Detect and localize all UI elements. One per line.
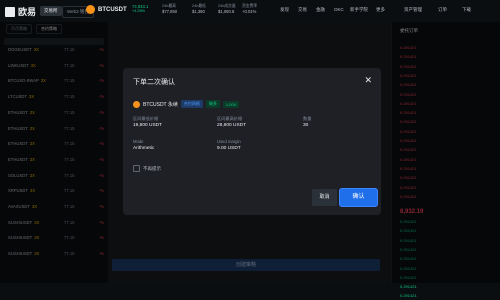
stat-label: 24h成交量 [218,4,236,8]
nav-download[interactable]: 下载 [462,7,471,13]
stat-value: $77,850 [162,9,178,14]
nav-trade[interactable]: 交易 [298,7,307,13]
quantity-value: 30 [303,123,309,128]
stat-value: +0.01% [242,9,257,14]
stat-label: 资金费率 [242,4,258,8]
nav-discover[interactable]: 发现 [280,7,289,13]
confirm-button[interactable]: 确认 [340,189,377,206]
stat-funding: 资金费率 +0.01% [242,4,257,14]
tab-exchange[interactable]: 交易所 [40,6,62,16]
margin-label: Used margin [217,139,241,144]
logo[interactable]: 欧易 [5,5,36,18]
stat-label: 24h最高 [162,4,176,8]
dont-show-again[interactable]: 不再提示 [133,165,161,172]
nav-academy[interactable]: 新手学院 [350,7,368,13]
nav-assets[interactable]: 资产管理 [404,7,422,13]
nav-orders[interactable]: 订单 [438,7,447,13]
btc-icon [86,5,95,14]
okx-logo-icon [5,6,15,17]
stat-volume: 24h成交量 $1,080.8 [218,4,236,14]
order-book-bid-row[interactable]: 0.291421 [400,292,498,300]
bid-price: 0.291421 [400,293,417,299]
bid-price: 0.291421 [400,284,417,290]
stat-low: 24h最低 $1,380 [192,4,206,14]
top-bar: 欧易 交易所 Web3 钱包 BTCUSDT 74,933.1 +4.28% 2… [0,0,500,23]
margin-value: 9.00 USDT [217,146,241,151]
cancel-button[interactable]: 取消 [312,189,337,206]
stat-high: 24h最高 $77,850 [162,4,177,14]
stat-label: 24h最低 [192,4,206,8]
logo-text: 欧易 [18,7,37,17]
mode-value: Arithmetic [133,146,155,151]
confirm-order-modal: 下单二次确认 ✕ BTCUSDT 永续 合约网格 做多 1.00X 区间最低价格… [123,68,381,215]
btc-icon [133,100,140,108]
quantity-label: 数量 [303,116,312,121]
last-price: 74,933.1 +4.28% [132,4,148,14]
modal-title: 下单二次确认 [133,79,175,86]
modal-symbol-row: BTCUSDT 永续 合约网格 做多 1.00X [133,100,240,108]
price-low-value: 19,800 USDT [133,123,163,128]
badge-direction: 做多 [205,100,220,108]
order-book-bid-row[interactable]: 0.291421 [400,283,498,291]
mode-label: Mode [133,139,144,144]
dont-show-label: 不再提示 [143,165,161,171]
price-low-label: 区间最低价格 [133,116,159,121]
stat-value: $1,380 [192,9,205,14]
nav-finance[interactable]: 金融 [316,7,325,13]
nav-more[interactable]: 更多 [376,7,385,13]
price-high-label: 区间最高价格 [217,116,243,121]
price-high-value: 28,800 USDT [217,123,247,128]
nav-okc[interactable]: OKC [334,7,344,12]
badge-leverage: 1.00X [222,100,240,108]
pair-symbol: BTCUSDT [98,6,127,13]
modal-symbol: BTCUSDT 永续 [143,101,178,108]
dont-show-checkbox[interactable] [133,165,140,172]
badge-strategy-type: 合约网格 [180,100,203,108]
pair-selector[interactable]: BTCUSDT [86,5,127,14]
close-icon[interactable]: ✕ [364,75,372,86]
stat-value: $1,080.8 [218,9,235,14]
price-change: +4.28% [132,9,145,13]
